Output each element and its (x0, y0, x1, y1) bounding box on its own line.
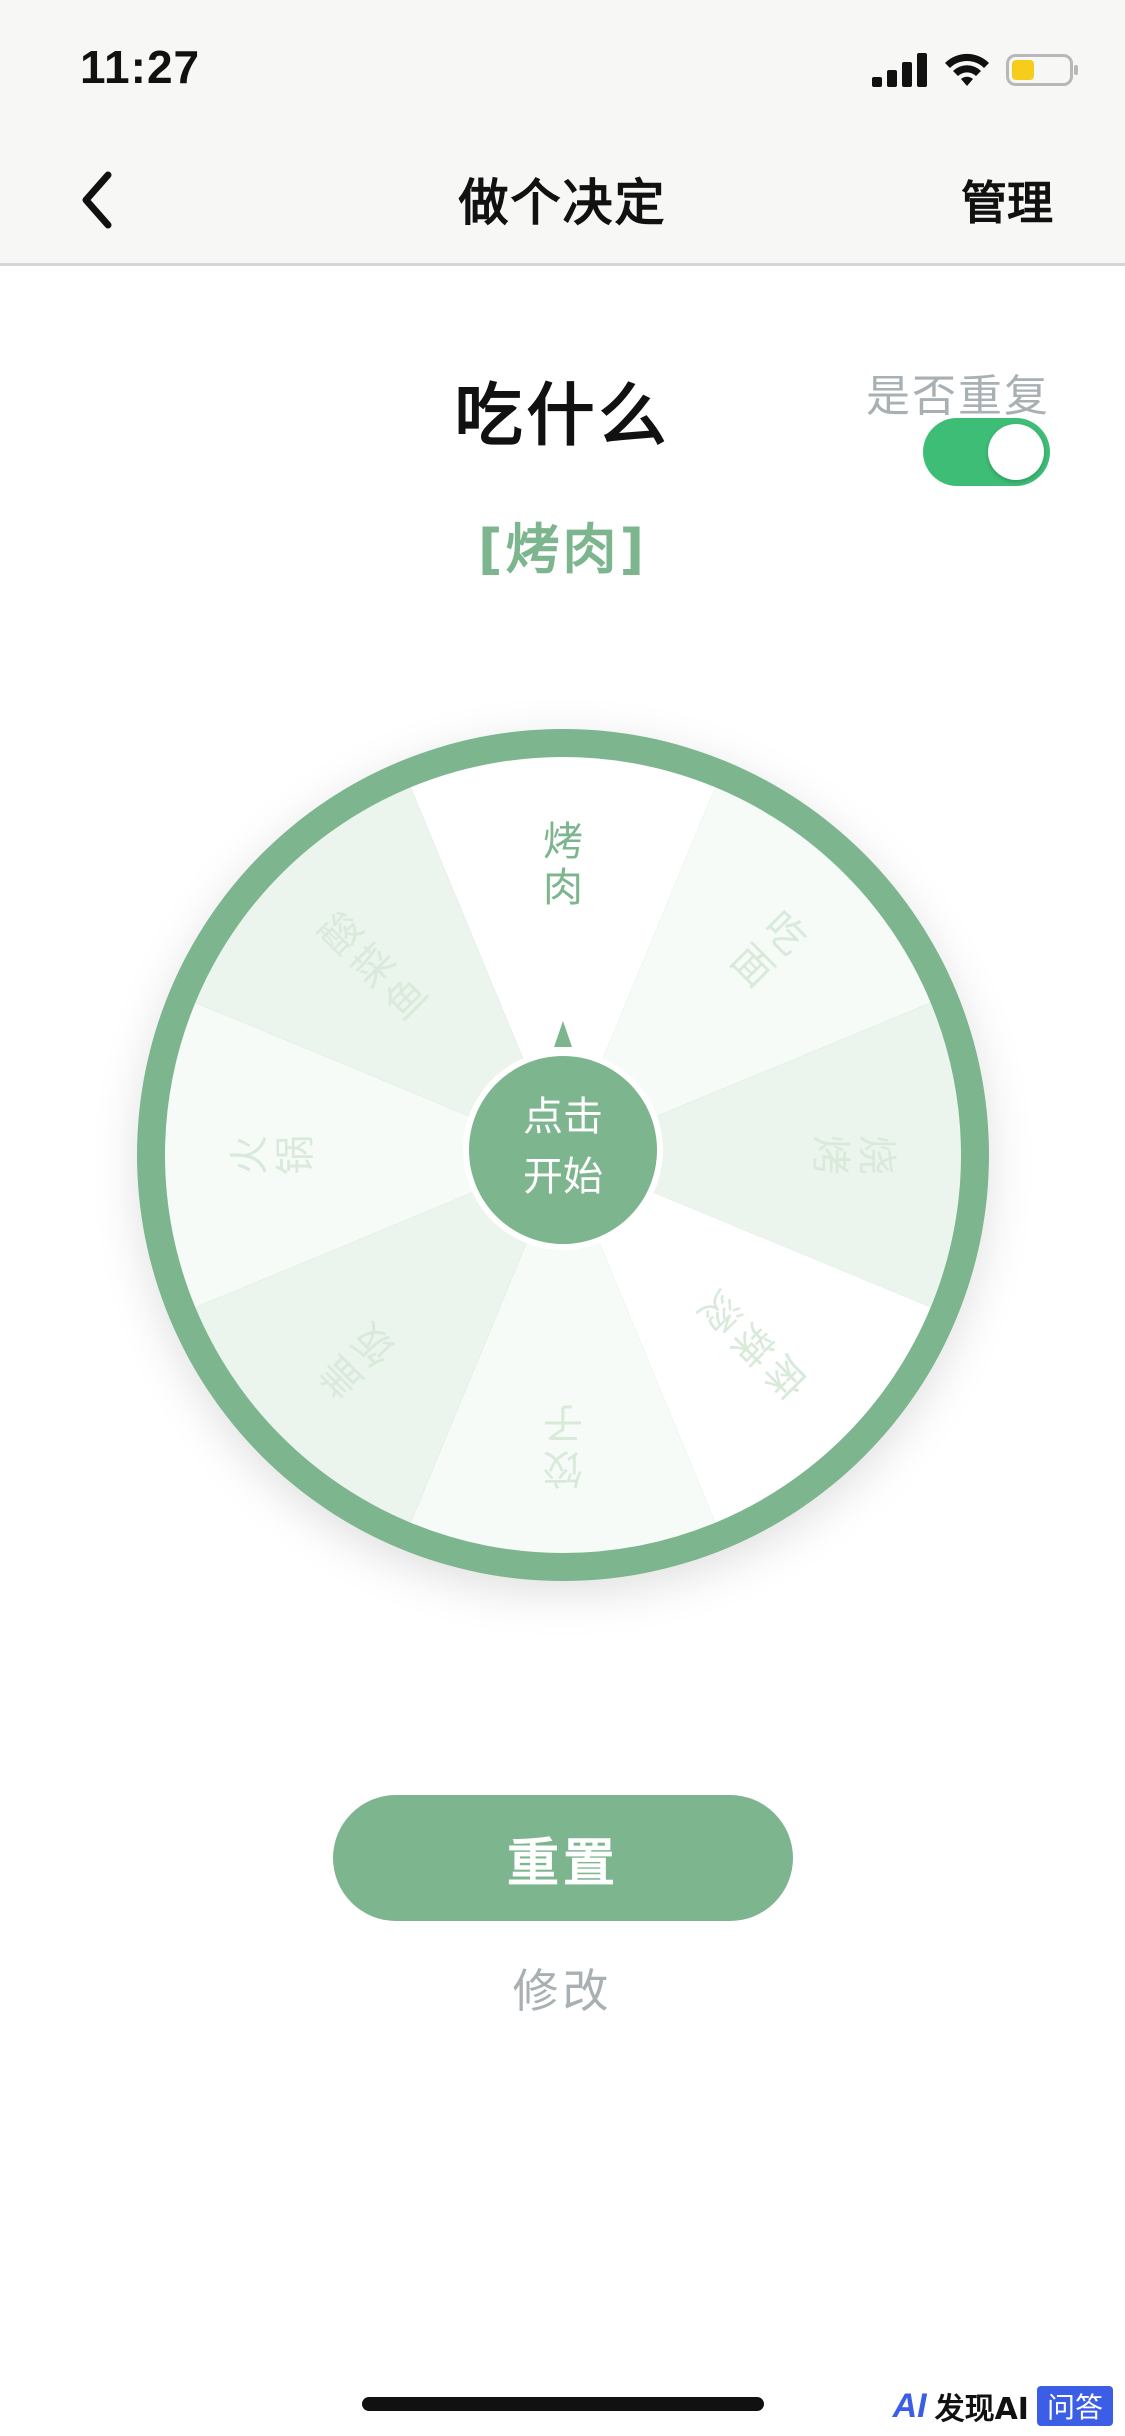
start-button-circle (469, 1056, 657, 1244)
status-bar: 11:27 (0, 0, 1125, 135)
nav-bar: 做个决定 管理 (0, 135, 1125, 266)
wheel-graphic: 烤肉吃面烧烤麻辣烫饺子盖饭火 锅酸菜鱼 点击 开始 (137, 729, 989, 1581)
battery-icon (1006, 54, 1078, 86)
wheel-segment-char: 烤 (807, 1135, 853, 1175)
repeat-toggle[interactable] (923, 418, 1050, 486)
result-text: [烤肉] (477, 518, 648, 581)
page-title: 做个决定 (458, 174, 667, 232)
wifi-icon (945, 53, 989, 86)
toggle-knob (988, 424, 1044, 480)
wheel-segment-char: 烧 (853, 1135, 899, 1175)
status-icons (872, 50, 1080, 90)
watermark: AI 发现AI 问答 (893, 2384, 1113, 2428)
wheel-segment-char: 肉 (543, 865, 583, 911)
wheel-segment-char: 子 (543, 1399, 583, 1445)
start-label-line1: 点击 (523, 1094, 603, 1140)
edit-link[interactable]: 修改 (0, 1955, 1125, 2021)
wheel-segment-label: 烧烤 (807, 1135, 899, 1175)
manage-button[interactable]: 管理 (961, 167, 1053, 233)
watermark-logo: AI (892, 2386, 927, 2425)
start-label-line2: 开始 (523, 1154, 603, 1200)
status-time: 11:27 (80, 41, 201, 93)
watermark-badge: 问答 (1036, 2386, 1113, 2426)
wheel-segment-char: 烤 (543, 819, 583, 865)
signal-icon (872, 53, 927, 87)
watermark-text: 发现AI (934, 2392, 1029, 2427)
decision-wheel: 烤肉吃面烧烤麻辣烫饺子盖饭火锅酸菜鱼 点击 开始 (133, 725, 993, 1585)
reset-button[interactable]: 重置 (333, 1795, 793, 1921)
repeat-label: 是否重复 (866, 371, 1050, 422)
wheel-segment-label: 烤肉 (543, 819, 583, 911)
wheel-segment-char: 火 (227, 1135, 273, 1175)
home-indicator (362, 2397, 764, 2411)
wheel-segment-label: 火锅 (227, 1135, 319, 1175)
wheel-segment-label: 饺子 (543, 1399, 583, 1491)
wheel-segment-char: 饺 (543, 1445, 583, 1491)
wheel-segment-char: 锅 (273, 1135, 319, 1175)
